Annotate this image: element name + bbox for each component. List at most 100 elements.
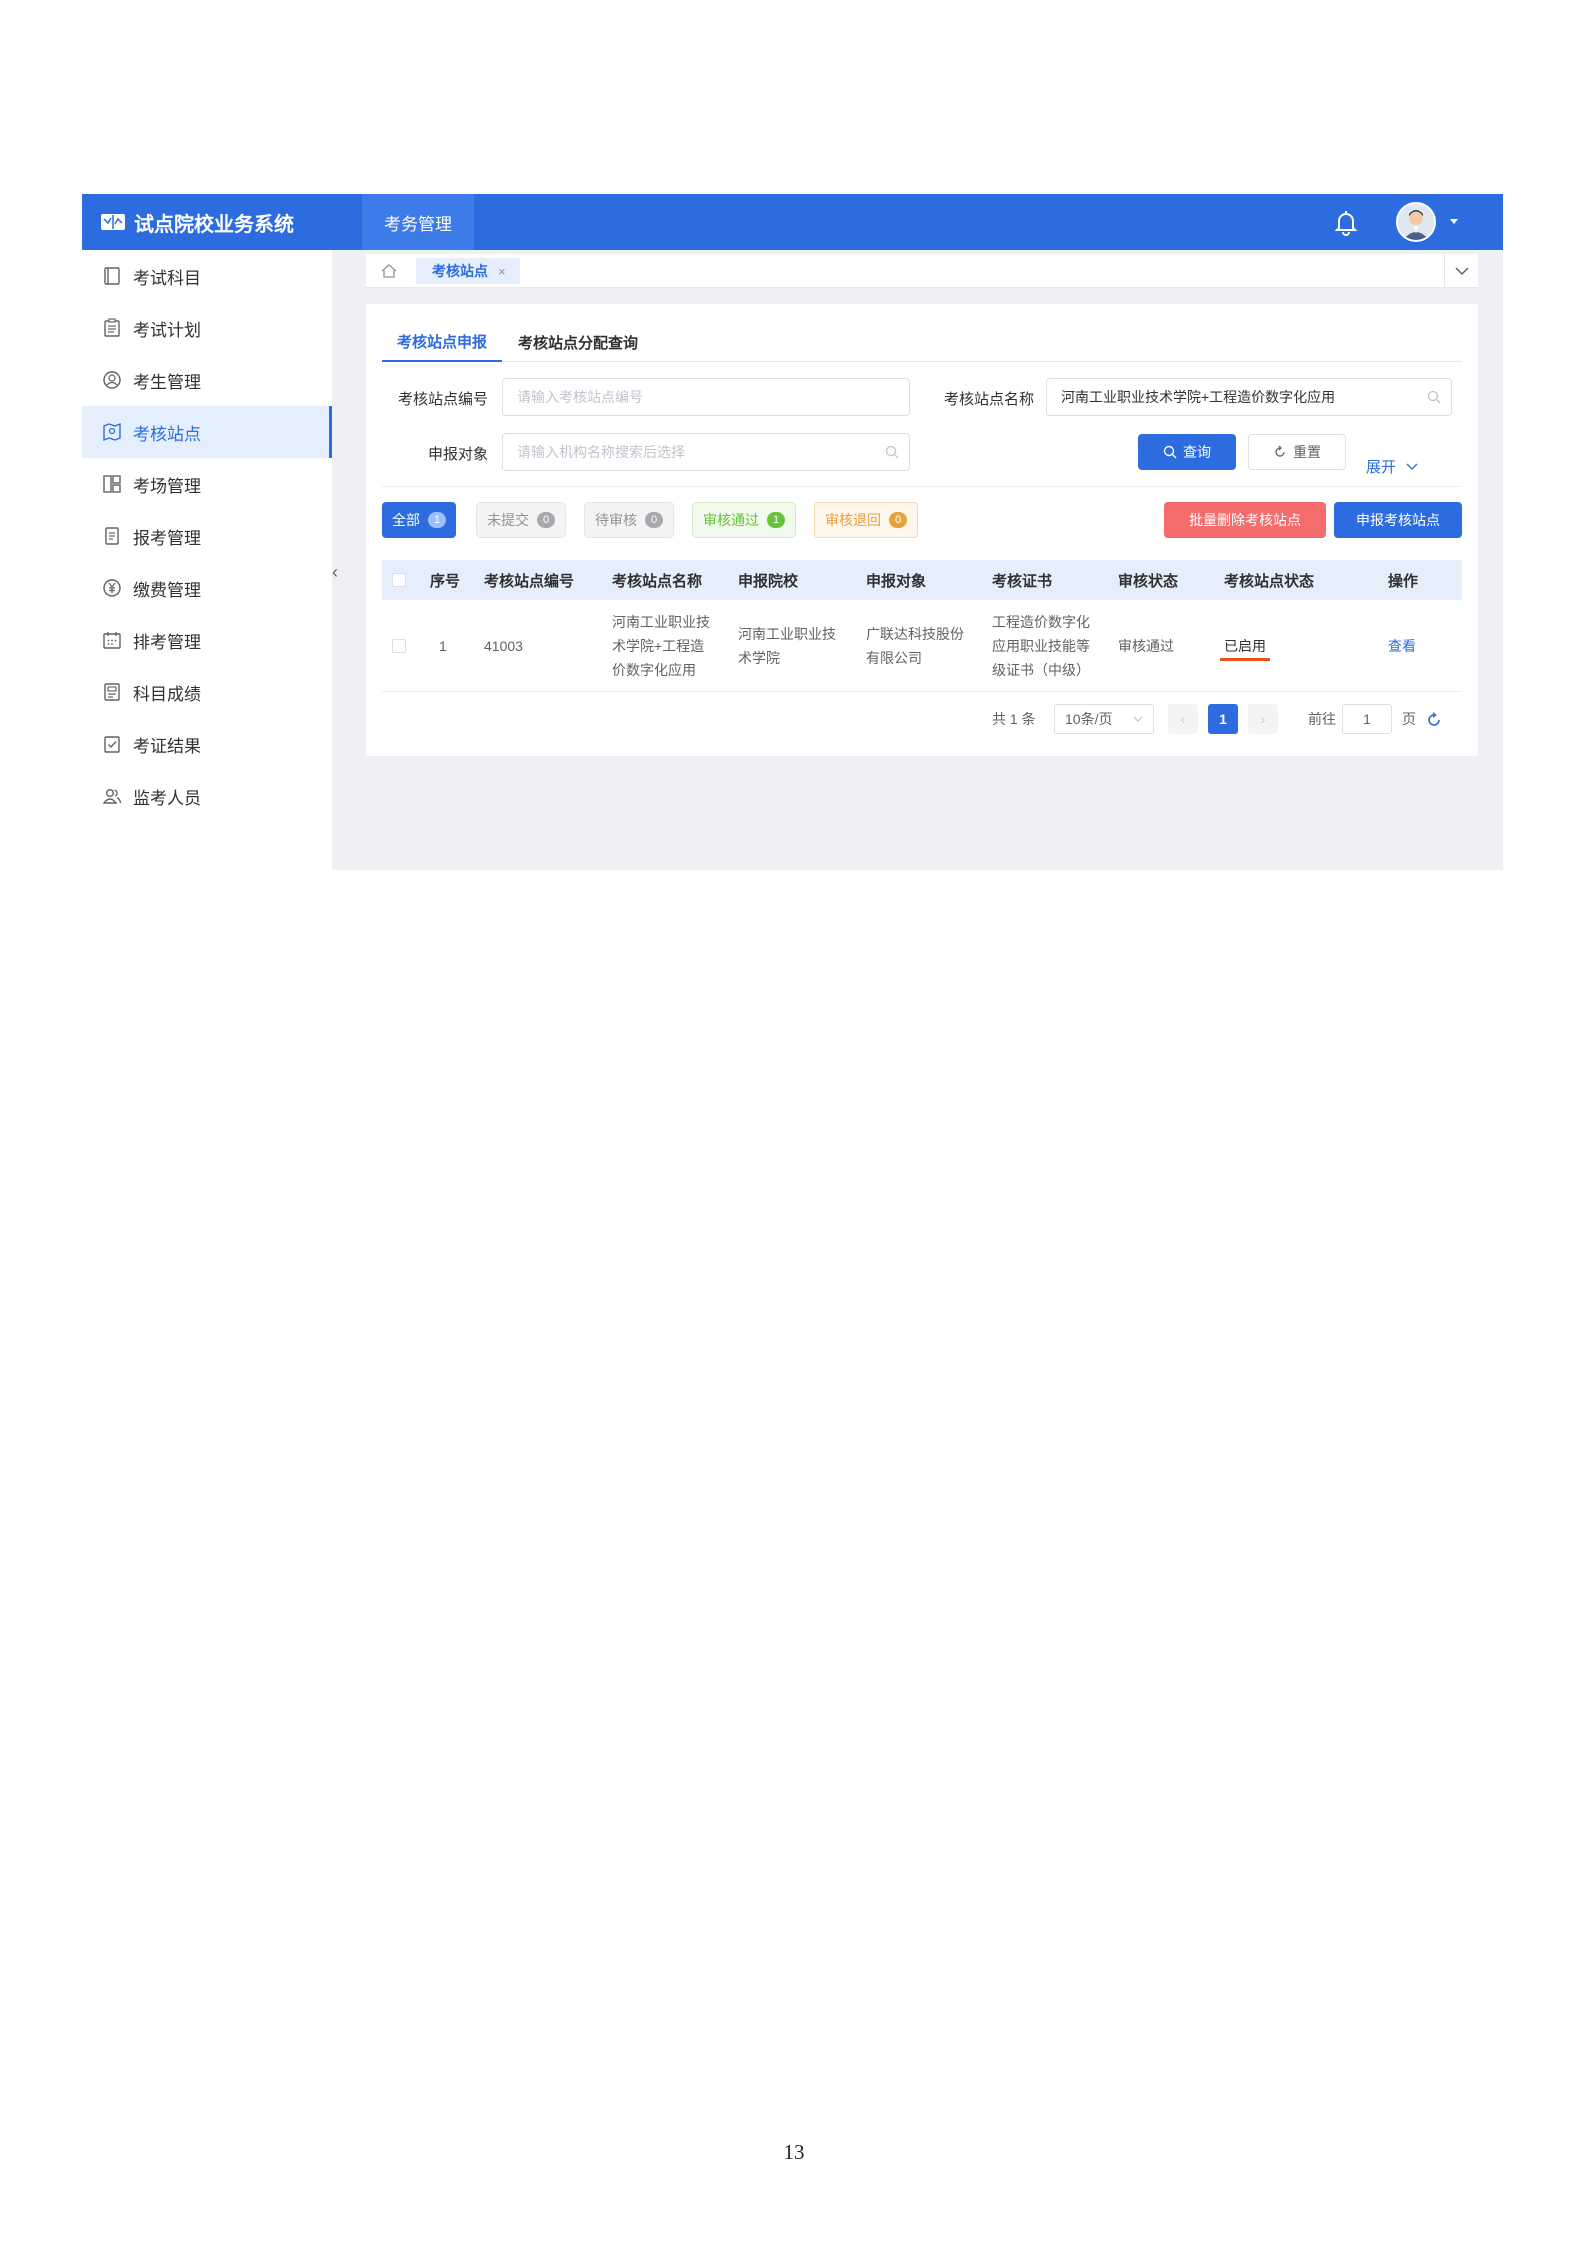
col-audit-status: 审核状态 — [1118, 572, 1179, 590]
pager-total: 共 1 条 — [992, 711, 1036, 727]
table-row: 1 41003 河南工业职业技 术学院+工程造 价数字化应用 河南工业职业技 术… — [382, 600, 1462, 692]
tab-site-allocation[interactable]: 考核站点分配查询 — [518, 322, 648, 362]
status-approved[interactable]: 审核通过 1 — [692, 502, 796, 538]
search-button-label: 查询 — [1183, 444, 1211, 460]
sidebar-item-4[interactable]: 考场管理 — [82, 458, 332, 510]
cell-school: 河南工业职业技 术学院 — [738, 622, 836, 670]
row-checkbox[interactable] — [392, 639, 406, 653]
batch-delete-button[interactable]: 批量删除考核站点 — [1164, 502, 1326, 538]
status-label: 未提交 — [487, 512, 529, 528]
avatar-person-icon — [1403, 210, 1429, 240]
search-button[interactable]: 查询 — [1138, 434, 1236, 470]
reset-button[interactable]: 重置 — [1248, 434, 1346, 470]
map-icon — [103, 422, 121, 442]
goto-input[interactable]: 1 — [1342, 704, 1392, 734]
cell-target-line: 广联达科技股份 — [866, 626, 964, 642]
pagination: 共 1 条 10条/页 ‹ 1 › 前往 1 页 — [986, 704, 1466, 734]
status-count: 1 — [767, 512, 785, 528]
status-count: 0 — [537, 512, 555, 528]
cell-audit-status: 审核通过 — [1118, 638, 1174, 654]
reset-button-label: 重置 — [1293, 444, 1321, 460]
apply-site-button[interactable]: 申报考核站点 — [1334, 502, 1462, 538]
sidebar-item-6[interactable]: 缴费管理 — [82, 562, 332, 614]
home-icon[interactable] — [380, 262, 398, 280]
tab-site-apply[interactable]: 考核站点申报 — [382, 322, 502, 362]
cell-name-line: 河南工业职业技 — [612, 614, 710, 630]
sidebar-item-label: 考试计划 — [133, 320, 201, 340]
sidebar-item-0[interactable]: 考试科目 — [82, 250, 332, 302]
name-value: 河南工业职业技术学院+工程造价数字化应用 — [1061, 389, 1336, 405]
sidebar-item-label: 考生管理 — [133, 372, 201, 392]
tag-exam-site[interactable]: 考核站点 × — [416, 258, 520, 284]
name-input[interactable]: 河南工业职业技术学院+工程造价数字化应用 — [1046, 378, 1452, 416]
sidebar-item-1[interactable]: 考试计划 — [82, 302, 332, 354]
view-link[interactable]: 查看 — [1388, 634, 1416, 658]
prev-page-icon[interactable]: ‹ — [1168, 704, 1198, 734]
app-title: 试点院校业务系统 — [134, 213, 294, 236]
document-icon — [105, 527, 119, 545]
page-current[interactable]: 1 — [1208, 704, 1238, 734]
sidebar-item-7[interactable]: 排考管理 — [82, 614, 332, 666]
col-action: 操作 — [1388, 572, 1419, 590]
yen-icon — [103, 579, 121, 597]
status-label: 全部 — [392, 512, 420, 528]
status-all[interactable]: 全部 1 — [382, 502, 456, 538]
cell-code: 41003 — [484, 638, 523, 654]
status-underline — [1220, 658, 1270, 661]
sidebar-item-label: 报考管理 — [133, 528, 201, 548]
top-nav-item-exam-affairs[interactable]: 考务管理 — [362, 194, 474, 250]
sidebar-item-label: 考试科目 — [133, 268, 201, 288]
code-placeholder: 请输入考核站点编号 — [517, 389, 643, 405]
sidebar-item-5[interactable]: 报考管理 — [82, 510, 332, 562]
tags-dropdown[interactable] — [1444, 254, 1478, 288]
divider — [382, 486, 1462, 487]
cell-school-line: 术学院 — [738, 650, 780, 666]
cell-target-line: 有限公司 — [866, 650, 922, 666]
status-count: 0 — [645, 512, 663, 528]
col-site-status: 考核站点状态 — [1224, 572, 1315, 590]
sidebar-item-3[interactable]: 考核站点 — [82, 406, 332, 458]
name-label: 考核站点名称 — [943, 391, 1034, 408]
report-icon — [104, 683, 120, 701]
bell-icon[interactable] — [1332, 208, 1360, 236]
status-pending[interactable]: 待审核 0 — [584, 502, 674, 538]
target-select[interactable]: 请输入机构名称搜索后选择 — [502, 433, 910, 471]
chevron-down-icon[interactable] — [1450, 219, 1458, 224]
cell-name-line: 价数字化应用 — [612, 662, 696, 678]
main-card: 考核站点申报 考核站点分配查询 考核站点编号 请输入考核站点编号 考核站点名称 … — [366, 304, 1478, 756]
col-name: 考核站点名称 — [612, 572, 703, 590]
sidebar-item-9[interactable]: 考证结果 — [82, 718, 332, 770]
user-avatar[interactable] — [1396, 202, 1436, 242]
refresh-icon — [1275, 445, 1285, 457]
clipboard-icon — [104, 318, 120, 337]
page-size-select[interactable]: 10条/页 — [1054, 704, 1154, 734]
check-clipboard-icon — [104, 736, 120, 753]
status-label: 待审核 — [595, 512, 637, 528]
sidebar-item-10[interactable]: 监考人员 — [82, 770, 332, 822]
col-cert: 考核证书 — [992, 572, 1053, 590]
sidebar-item-label: 科目成绩 — [133, 684, 201, 704]
sidebar-item-label: 排考管理 — [133, 632, 201, 652]
status-count: 0 — [889, 512, 907, 528]
brand[interactable]: 试点院校业务系统 — [82, 194, 362, 250]
code-input[interactable]: 请输入考核站点编号 — [502, 378, 910, 416]
code-label: 考核站点编号 — [397, 391, 488, 408]
refresh-icon[interactable] — [1426, 712, 1442, 728]
status-returned[interactable]: 审核退回 0 — [814, 502, 918, 538]
page-number: 13 — [783, 2140, 805, 2164]
status-unsubmitted[interactable]: 未提交 0 — [476, 502, 566, 538]
cell-index: 1 — [439, 638, 447, 654]
collapse-sidebar-icon[interactable]: ‹ — [328, 560, 342, 584]
select-all-checkbox[interactable] — [392, 573, 406, 587]
tabs: 考核站点申报 考核站点分配查询 — [382, 322, 1462, 362]
expand-toggle[interactable]: 展开 — [1366, 456, 1418, 477]
next-page-icon[interactable]: › — [1248, 704, 1278, 734]
target-label: 申报对象 — [427, 446, 488, 463]
table-header: 序号 考核站点编号 考核站点名称 申报院校 申报对象 考核证书 审核状态 考核站… — [382, 560, 1462, 600]
sidebar-item-2[interactable]: 考生管理 — [82, 354, 332, 406]
col-school: 申报院校 — [738, 572, 799, 590]
sidebar-item-label: 监考人员 — [133, 788, 201, 808]
sidebar-item-label: 缴费管理 — [133, 580, 201, 600]
sidebar-item-8[interactable]: 科目成绩 — [82, 666, 332, 718]
close-icon[interactable]: × — [498, 264, 506, 279]
